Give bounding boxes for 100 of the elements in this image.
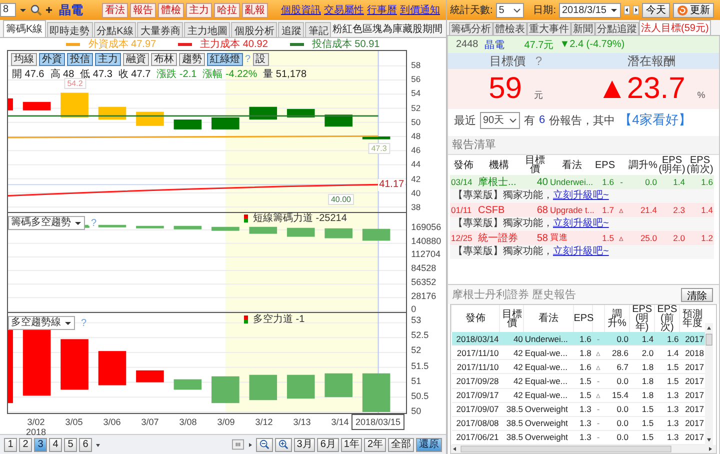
stock-code-field[interactable]: 8 [0, 3, 16, 17]
info-tab[interactable]: 法人目標(59元) [639, 20, 711, 35]
table-cell: 1.5 [654, 374, 680, 388]
axis-label: 52 [411, 346, 422, 354]
page-button[interactable]: 3 [34, 438, 47, 452]
chart-tab[interactable]: 籌碼K線 [3, 20, 46, 37]
chart-tab[interactable]: 主力地圖 [184, 22, 230, 37]
period-select[interactable]: 90天 [480, 112, 520, 128]
page-button[interactable]: 6 [79, 438, 92, 452]
table-cell-text: 1.7 [601, 205, 615, 215]
range-button[interactable]: 還原 [416, 438, 442, 452]
clear-button[interactable]: 清除 [681, 288, 713, 302]
indicator-toggle[interactable]: 外資 [39, 53, 65, 66]
next-day-button[interactable] [633, 4, 639, 16]
page-button[interactable]: 4 [49, 438, 62, 452]
table-cell-text: 21.4 [639, 205, 658, 215]
report-row[interactable]: 03/14 摩根士... 40 Underwei... 1.6 - 0.0 1.4 1.6 [450, 175, 714, 189]
dropdown-caret-icon[interactable] [19, 6, 27, 14]
history-row[interactable]: 2017/11/10 42 Equal-we... 1.8 ▵ 28.6 2.0 1.4 2018 [452, 346, 705, 360]
upgrade-link[interactable]: 立刻升級吧~ [553, 246, 609, 257]
settings-button[interactable]: 設 [252, 53, 269, 66]
info-tab[interactable]: 重大事件 [527, 22, 571, 35]
axis-label: 112704 [411, 250, 440, 258]
date-label: 3/13 [293, 417, 311, 427]
previous-day-button[interactable] [624, 4, 630, 16]
horizontal-scrollbar[interactable] [451, 445, 716, 453]
vertical-scrollbar[interactable] [705, 323, 713, 445]
table-cell: 1.3 [654, 402, 680, 416]
upgrade-link[interactable]: 立刻升級吧~ [553, 190, 609, 201]
days-select[interactable]: 5 [496, 2, 524, 18]
zoom-out-button[interactable] [256, 438, 273, 452]
bar [362, 373, 390, 412]
axis-label: 50 [411, 407, 422, 416]
chart-tab[interactable]: 追蹤 [278, 22, 304, 37]
chart-tab[interactable]: 分點K線 [94, 22, 136, 37]
refresh-button[interactable]: 更新 [673, 2, 714, 18]
range-button[interactable]: 3月 [294, 438, 316, 452]
report-row[interactable]: 01/11 CSFB 68 Upgrade t... 1.7 ▵ 21.4 2.3 1.4 [450, 203, 714, 217]
header-link[interactable]: 交易屬性 [324, 3, 364, 17]
table-cell: Overweight [524, 416, 574, 430]
search-icon[interactable] [30, 4, 42, 16]
header-link[interactable]: 到價通知 [400, 3, 440, 17]
bar [60, 339, 88, 390]
chart-tab[interactable]: 個股分析 [231, 22, 278, 37]
indicator-toggle[interactable]: 投信 [67, 53, 93, 66]
history-row[interactable]: 2017/11/10 42 Equal-we... 1.6 ▵ 6.7 1.8 1.5 2017 [452, 360, 705, 374]
report-row[interactable]: 12/25 統一證券 58 買進 1.5 ▵ 25.0 2.0 1.2 [450, 231, 714, 245]
toolbar-button[interactable]: 主力 [186, 2, 212, 18]
indicator-toggle[interactable]: 紅綠燈 [207, 53, 243, 66]
indicator-toggle[interactable]: 布林 [151, 53, 177, 66]
info-tab[interactable]: 籌碼分析 [449, 22, 493, 35]
indicator-toggle[interactable]: 趨勢 [179, 53, 205, 66]
report-count: 6 [539, 114, 546, 126]
upgrade-link[interactable]: 立刻升級吧~ [553, 218, 609, 229]
plus-icon[interactable] [45, 6, 53, 14]
range-button[interactable]: 1年 [340, 438, 362, 452]
scroll-handle-icon[interactable] [232, 439, 244, 450]
toolbar-button[interactable]: 報告 [130, 2, 156, 18]
indicator-select[interactable]: 多空趨勢線 [8, 316, 75, 330]
bar [136, 370, 164, 382]
axis-label: 28176 [411, 292, 436, 300]
candle [8, 98, 13, 110]
history-row[interactable]: 2017/09/28 42 Equal-we... 1.5 - 0.0 1.8 1.5 2017 [452, 374, 705, 388]
range-button[interactable]: 全部 [388, 438, 414, 452]
history-row[interactable]: 2017/09/07 38.5 Overweight 1.3 - 0.0 1.5 1.3 2017 [452, 402, 705, 416]
header-link[interactable]: 個股資訊 [281, 3, 321, 17]
date-label: 2018/03/15 [351, 414, 405, 430]
chart-tab[interactable]: 筆記 [305, 22, 332, 37]
date-label: 3/09 [217, 417, 235, 427]
unit-label: % [697, 90, 706, 100]
page-button[interactable]: 2 [19, 438, 32, 452]
toolbar-button[interactable]: 哈拉 [214, 2, 240, 18]
toolbar-button[interactable]: 體檢 [158, 2, 184, 18]
header-link[interactable]: 行事曆 [367, 3, 397, 17]
date-field[interactable]: 2018/3/15 [559, 2, 621, 18]
table-cell: ▵ [592, 388, 604, 402]
page-button[interactable]: 5 [64, 438, 77, 452]
indicator-toggle[interactable]: 主力 [95, 53, 121, 66]
today-button[interactable]: 今天 [642, 2, 670, 18]
indicator-select[interactable]: 籌碼多空趨勢 [8, 216, 85, 230]
column-header: 機構 [488, 160, 510, 170]
range-button[interactable]: 2年 [364, 438, 386, 452]
chart-tab[interactable]: 大量券商 [137, 22, 184, 37]
date-field-label: 日期: [533, 4, 556, 17]
page-button[interactable]: 1 [4, 438, 17, 452]
history-row[interactable]: 2017/08/08 38.5 Overweight 1.3 - 0.0 1.5 1.3 2017 [452, 416, 705, 430]
indicator-toggle[interactable]: 融資 [123, 53, 149, 66]
info-tab[interactable]: 體檢表 [493, 22, 527, 35]
info-tab[interactable]: 新聞 [571, 22, 595, 35]
table-cell: 42 [500, 360, 524, 374]
indicator-toggle[interactable]: 均線 [11, 53, 37, 66]
range-button[interactable]: 6月 [317, 438, 339, 452]
zoom-in-button[interactable] [274, 438, 292, 452]
info-tab[interactable]: 分點追蹤 [595, 22, 639, 35]
toolbar-button[interactable]: 亂報 [242, 2, 268, 18]
history-row[interactable]: 2017/09/17 42 Equal-we... 1.5 ▵ 15.4 1.8 1.3 2017 [452, 388, 705, 402]
toolbar-button[interactable]: 看法 [102, 2, 128, 18]
history-row[interactable]: 2018/03/14 40 Underwei... 1.6 - 0.0 1.4 1.6 2017 [452, 332, 705, 346]
chart-tab[interactable]: 即時走勢 [46, 22, 93, 37]
axis-label: 52 [411, 104, 421, 112]
